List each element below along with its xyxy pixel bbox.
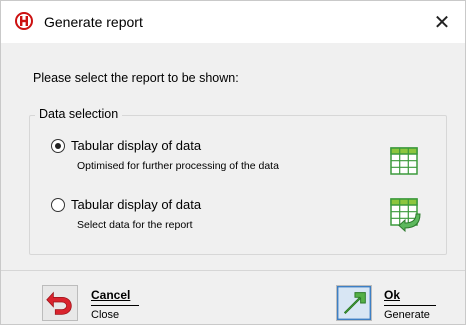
- cancel-divider: [91, 305, 139, 306]
- cancel-sublabel: Close: [91, 309, 120, 321]
- table-grid-icon: [390, 147, 418, 175]
- ok-label: Ok: [384, 288, 401, 302]
- cancel-button[interactable]: Cancel Close: [42, 285, 142, 323]
- option-title: Tabular display of data: [71, 138, 202, 153]
- title-bar: Generate report ✕: [1, 1, 465, 43]
- option-tabular-display[interactable]: Tabular display of data Optimised for fu…: [51, 138, 351, 178]
- instruction-text: Please select the report to be shown:: [33, 71, 239, 85]
- radio-select-data[interactable]: [51, 198, 65, 212]
- option-title: Tabular display of data: [71, 197, 202, 212]
- ok-divider: [384, 305, 436, 306]
- green-arrow-icon: [336, 285, 372, 321]
- data-selection-legend: Data selection: [35, 107, 123, 121]
- window-title: Generate report: [44, 14, 143, 30]
- option-description: Select data for the report: [77, 219, 193, 231]
- undo-arrow-icon: [42, 285, 78, 321]
- radio-tabular-display[interactable]: [51, 139, 65, 153]
- close-button[interactable]: ✕: [419, 1, 465, 43]
- generate-report-dialog: Generate report ✕ Please select the repo…: [0, 0, 466, 325]
- footer-separator: [1, 270, 465, 271]
- close-icon: ✕: [433, 11, 451, 34]
- option-select-data[interactable]: Tabular display of data Select data for …: [51, 197, 351, 237]
- option-description: Optimised for further processing of the …: [77, 160, 279, 172]
- ok-sublabel: Generate: [384, 309, 430, 321]
- ok-button[interactable]: Ok Generate: [336, 285, 446, 323]
- app-logo-icon: [15, 12, 33, 30]
- table-grid-arrow-icon: [390, 198, 421, 232]
- cancel-label: Cancel: [91, 288, 131, 302]
